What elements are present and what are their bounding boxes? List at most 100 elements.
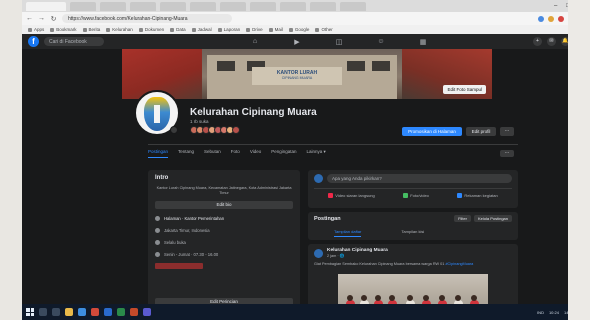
edge-icon[interactable] <box>78 308 86 316</box>
watch-icon[interactable]: ▶ <box>276 38 318 46</box>
clock-icon <box>155 240 160 245</box>
calendar-icon <box>155 252 160 257</box>
tab-mentions[interactable]: Sebutan <box>204 149 221 158</box>
avatar[interactable] <box>314 248 323 258</box>
tab-videos[interactable]: Video <box>250 149 261 158</box>
facebook-header: f Cari di Facebook ⌂ ▶ ◫ ☺ ▦ + ✉ 🔔 ▾ <box>22 34 590 49</box>
dki-emblem-logo <box>144 97 170 131</box>
intro-red-link[interactable] <box>155 263 203 269</box>
url-field[interactable]: https://www.facebook.com/Kelurahan-Cipin… <box>62 14 232 23</box>
life-event-button[interactable]: Rekaman kegiatan <box>457 193 498 198</box>
bookmark-icon <box>288 27 293 32</box>
bookmark-item[interactable]: Bookmark <box>50 27 77 32</box>
browser-tab[interactable] <box>160 1 186 11</box>
live-video-button[interactable]: Video siaran langsung <box>328 193 375 198</box>
messenger-icon[interactable]: ✉ <box>547 37 556 46</box>
marketplace-icon[interactable]: ◫ <box>318 38 360 46</box>
facebook-logo[interactable]: f <box>28 36 39 47</box>
tab-grid-view[interactable]: Tampilan kisi <box>401 229 424 237</box>
browser-tab[interactable] <box>130 1 156 11</box>
bookmark-item[interactable]: Berita <box>82 27 100 32</box>
browser-tab[interactable] <box>70 1 96 11</box>
monitor-screen: – □ ✕ ← → ↻ https://www.facebook.com/Kel… <box>22 0 590 320</box>
browser-tab[interactable] <box>340 1 366 11</box>
powerpoint-icon[interactable] <box>130 308 138 316</box>
edit-bio-button[interactable]: Edit bio <box>155 201 293 209</box>
extension-icon[interactable] <box>558 15 564 22</box>
browser-tab[interactable] <box>280 1 306 11</box>
clock-time[interactable]: 10:24 <box>549 310 559 315</box>
windows-taskbar: IND 10:24 14/10/2021 <box>22 304 590 320</box>
tab-more[interactable]: Lainnya ▾ <box>307 149 326 158</box>
likes-count[interactable]: 1 rb suka <box>190 119 209 124</box>
extension-icon[interactable] <box>548 15 554 22</box>
browser-tab[interactable] <box>100 1 126 11</box>
edit-profile-button[interactable]: Edit profil <box>466 127 496 136</box>
language-indicator[interactable]: IND <box>537 310 544 315</box>
bookmark-item[interactable]: Drive <box>246 27 263 32</box>
post-text: Giat Pembagian Sembako Kelurahan Cipinan… <box>314 262 474 266</box>
bookmark-item[interactable]: Dokumen <box>138 27 164 32</box>
posts-header-card: Postingan Filter Kelola Postingan Tampil… <box>308 212 518 240</box>
photo-person-head <box>455 295 461 301</box>
bookmark-item[interactable]: Data <box>170 27 186 32</box>
facebook-search-input[interactable]: Cari di Facebook <box>44 37 104 46</box>
minimize-button[interactable]: – <box>554 3 560 9</box>
browser-tab[interactable] <box>310 1 336 11</box>
cover-building-sign: KANTOR LURAH CIPINANG MUARA <box>252 67 342 85</box>
manage-posts-button[interactable]: Kelola Postingan <box>473 215 512 222</box>
search-icon[interactable] <box>39 308 47 316</box>
browser-tab-active[interactable] <box>26 1 66 11</box>
browser-tab[interactable] <box>220 1 246 11</box>
tab-posts[interactable]: Postingan <box>148 149 169 158</box>
gaming-icon[interactable]: ▦ <box>402 38 444 46</box>
bookmark-item[interactable]: Jadwal <box>191 27 212 32</box>
more-options-button[interactable]: ··· <box>500 127 514 136</box>
post-hashtag[interactable]: #CipinangMuara <box>445 262 473 266</box>
post-timestamp[interactable]: 2 jam · 🌐 <box>327 253 388 258</box>
excel-icon[interactable] <box>117 308 125 316</box>
bookmark-item[interactable]: Laporan <box>217 27 240 32</box>
tab-photos[interactable]: Foto <box>231 149 240 158</box>
photo-person-head <box>471 295 477 301</box>
forward-icon[interactable]: → <box>38 15 45 22</box>
tab-reminders[interactable]: Pengingatan <box>271 149 296 158</box>
task-view-icon[interactable] <box>52 308 60 316</box>
bookmark-item[interactable]: Google <box>288 27 309 32</box>
bookmark-item[interactable]: Apps <box>28 27 44 32</box>
back-icon[interactable]: ← <box>26 15 33 22</box>
avatar[interactable] <box>232 126 240 134</box>
bookmark-icon <box>106 27 111 32</box>
reload-icon[interactable]: ↻ <box>50 15 57 23</box>
promote-button[interactable]: Promosikan di Halaman <box>402 127 462 136</box>
flag-icon <box>457 193 463 198</box>
edit-cover-button[interactable]: Edit Foto Sampul <box>443 85 486 94</box>
camera-icon[interactable] <box>170 126 178 134</box>
windows-start-icon[interactable] <box>26 308 34 316</box>
create-icon[interactable]: + <box>533 37 542 46</box>
photo-video-button[interactable]: Foto/video <box>403 193 429 198</box>
file-explorer-icon[interactable] <box>65 308 73 316</box>
app-icon[interactable] <box>143 308 151 316</box>
avatar[interactable] <box>314 174 323 183</box>
posts-header-buttons: Filter Kelola Postingan <box>454 215 512 222</box>
photo-person-head <box>407 295 413 301</box>
bookmark-item[interactable]: Mail <box>268 27 283 32</box>
word-icon[interactable] <box>104 308 112 316</box>
browser-tab[interactable] <box>250 1 276 11</box>
chrome-icon[interactable] <box>91 308 99 316</box>
groups-icon[interactable]: ☺ <box>360 38 402 46</box>
cover-photo[interactable]: KANTOR LURAH CIPINANG MUARA Edit Foto Sa… <box>122 49 492 99</box>
composer-input[interactable]: Apa yang Anda pikirkan? <box>327 174 512 183</box>
extension-icon[interactable] <box>538 15 544 22</box>
home-icon[interactable]: ⌂ <box>234 38 276 46</box>
bookmark-item[interactable]: Other <box>315 27 333 32</box>
bookmark-item[interactable]: Kelurahan <box>106 27 133 32</box>
tabs-more-button[interactable]: ··· <box>500 150 514 157</box>
cover-window <box>217 61 235 71</box>
tab-about[interactable]: Tentang <box>178 149 194 158</box>
browser-tab[interactable] <box>190 1 216 11</box>
tab-list-view[interactable]: Tampilan daftar <box>334 229 362 237</box>
filter-button[interactable]: Filter <box>454 215 471 222</box>
intro-detail: Jakarta Timur, Indonesia <box>155 228 293 233</box>
